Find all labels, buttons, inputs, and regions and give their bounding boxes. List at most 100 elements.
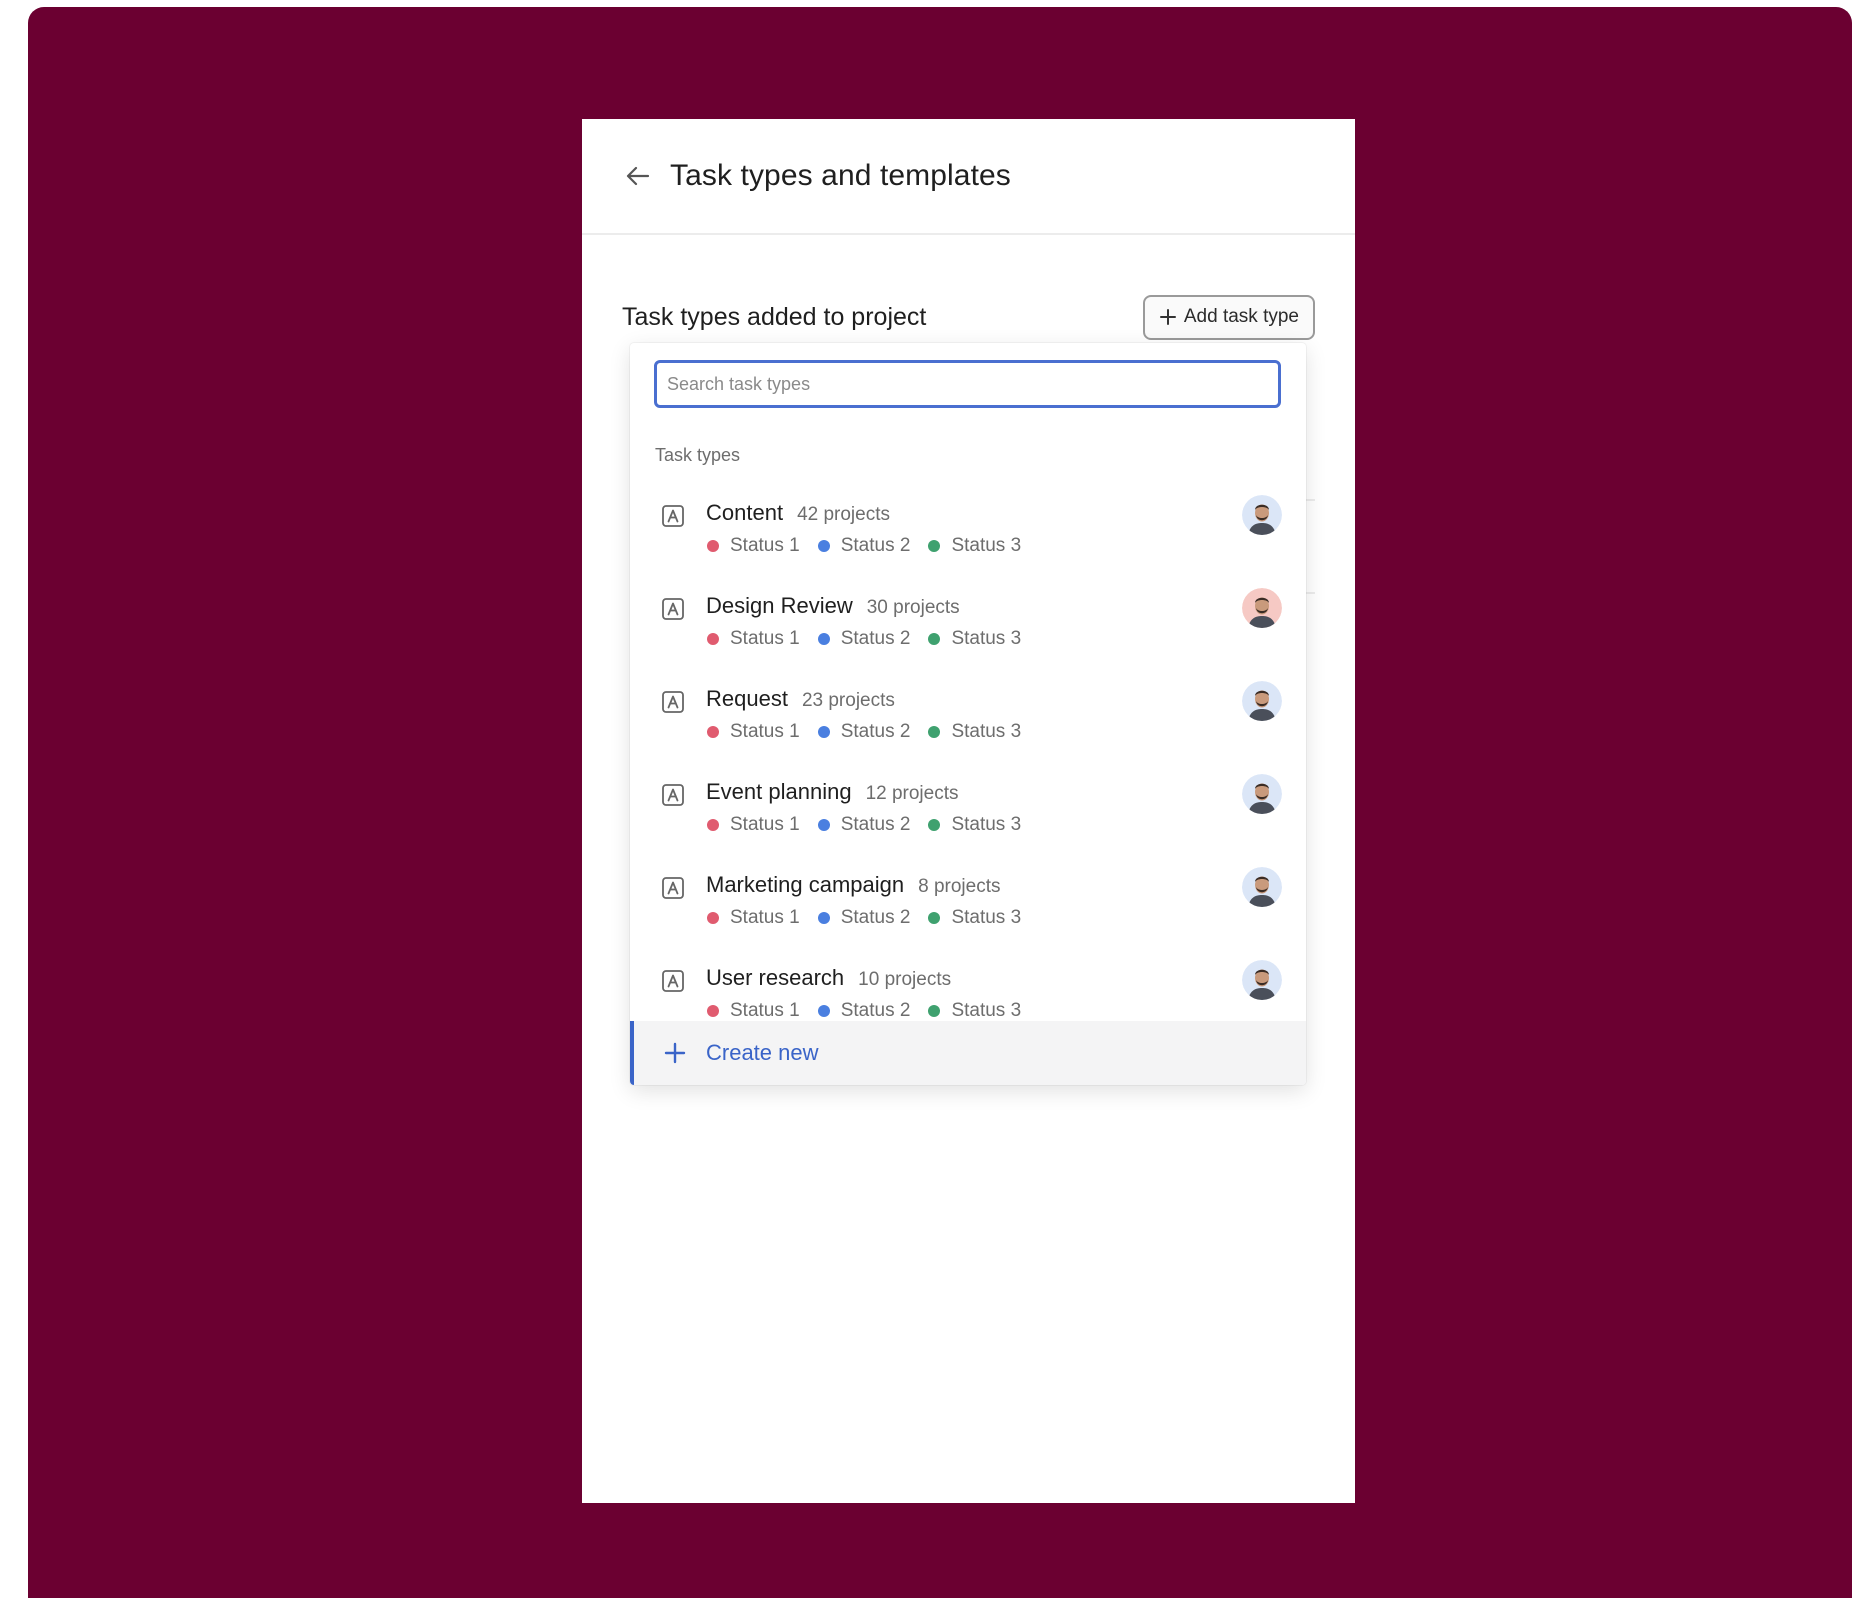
task-type-name: Request 23 projects: [706, 686, 895, 712]
status-list: Status 1 Status 2 Status 3: [707, 628, 1039, 650]
status-dot-icon: [707, 540, 719, 552]
status-badge: Status 2: [817, 721, 911, 743]
status-label: Status 3: [951, 1000, 1022, 1021]
project-count: 10 projects: [858, 969, 952, 990]
task-type-label: Event planning: [706, 779, 852, 804]
status-label: Status 1: [730, 814, 800, 835]
status-dot-icon: [817, 633, 830, 645]
status-badge: Status 1: [707, 535, 800, 557]
status-label: Status 1: [730, 535, 800, 556]
status-label: Status 1: [730, 721, 800, 742]
avatar: [1242, 960, 1282, 1000]
status-badge: Status 3: [928, 535, 1021, 557]
task-type-label: User research: [706, 965, 845, 990]
project-count: 8 projects: [918, 876, 1001, 897]
task-type-label: Design Review: [706, 593, 853, 618]
status-label: Status 3: [951, 721, 1022, 742]
task-type-name: Event planning 12 projects: [706, 779, 959, 805]
status-label: Status 2: [840, 814, 911, 835]
search-input[interactable]: [657, 363, 1278, 405]
arrow-left-icon[interactable]: [624, 162, 652, 190]
section-header: Task types added to project Add task typ…: [622, 293, 1315, 341]
status-dot-icon: [707, 912, 719, 924]
status-label: Status 3: [951, 628, 1022, 649]
status-label: Status 1: [730, 628, 800, 649]
task-type-dropdown: Task types Content42 projectsStatus 1Sta…: [630, 343, 1306, 1085]
create-new-label: Create new: [706, 1040, 819, 1065]
create-new-button[interactable]: Create new: [630, 1021, 1306, 1085]
avatar: [1242, 774, 1282, 814]
status-badge: Status 3: [928, 907, 1021, 929]
status-badge: Status 1: [707, 628, 800, 650]
group-label: Task types: [655, 445, 741, 465]
status-dot-icon: [817, 1005, 830, 1017]
list-item[interactable]: Request 23 projects Status 1 Status 2 Status…: [630, 669, 1306, 762]
status-badge: Status 3: [928, 1000, 1021, 1022]
avatar: [1242, 681, 1282, 721]
status-dot-icon: [707, 819, 719, 831]
task-type-name: Marketing campaign 8 projects: [706, 872, 1000, 898]
status-list: Status 1 Status 2 Status 3: [707, 535, 1039, 557]
status-label: Status 2: [840, 628, 911, 649]
task-types-panel: Task types and templates Task types adde…: [582, 119, 1355, 1503]
status-dot-icon: [928, 726, 941, 738]
list-item[interactable]: Marketing campaign 8 projects Status 1 Stat…: [630, 855, 1306, 948]
status-badge: Status 2: [817, 535, 911, 557]
status-badge: Status 1: [707, 721, 800, 743]
page-title: Task types and templates: [670, 159, 1011, 192]
avatar: [1242, 588, 1282, 628]
task-type-label: Marketing campaign: [706, 872, 905, 897]
status-badge: Status 3: [928, 814, 1021, 836]
letter-a-box-icon: [662, 505, 684, 527]
status-label: Status 2: [840, 535, 911, 556]
status-badge: Status 2: [817, 628, 911, 650]
status-dot-icon: [817, 540, 830, 552]
list-item[interactable]: Content 42 projects Status 1 Status 2 Status…: [630, 483, 1306, 576]
status-list: Status 1 Status 2 Status 3: [707, 907, 1039, 929]
task-type-name: Content 42 projects: [706, 500, 890, 526]
status-badge: Status 2: [817, 907, 911, 929]
status-dot-icon: [928, 912, 941, 924]
status-badge: Status 1: [707, 907, 800, 929]
project-count: 12 projects: [865, 783, 959, 804]
letter-a-box-icon: [662, 598, 684, 620]
status-dot-icon: [707, 726, 719, 738]
task-type-name: Design Review 30 projects: [706, 593, 960, 619]
status-dot-icon: [928, 540, 941, 552]
letter-a-box-icon: [662, 877, 684, 899]
status-list: Status 1 Status 2 Status 3: [707, 814, 1039, 836]
panel-header: Task types and templates: [582, 119, 1355, 235]
status-label: Status 1: [730, 907, 800, 928]
plus-icon: [664, 1042, 686, 1064]
status-label: Status 1: [730, 1000, 800, 1021]
project-count: 23 projects: [801, 690, 895, 711]
status-dot-icon: [707, 633, 719, 645]
status-dot-icon: [817, 819, 830, 831]
project-count: 30 projects: [866, 597, 960, 618]
status-label: Status 2: [840, 907, 911, 928]
status-badge: Status 2: [817, 814, 911, 836]
status-badge: Status 2: [817, 1000, 911, 1022]
project-count: 42 projects: [797, 504, 891, 525]
status-dot-icon: [928, 819, 941, 831]
add-task-type-button[interactable]: Add task type: [1142, 294, 1315, 340]
search-field: [654, 360, 1281, 408]
status-label: Status 2: [840, 1000, 911, 1021]
task-type-name: User research 10 projects: [706, 965, 951, 991]
task-type-label: Content: [706, 500, 784, 525]
status-list: Status 1 Status 2 Status 3: [707, 721, 1039, 743]
letter-a-box-icon: [662, 691, 684, 713]
status-dot-icon: [817, 726, 830, 738]
status-dot-icon: [928, 1005, 941, 1017]
add-task-type-label: Add task type: [1183, 306, 1299, 327]
letter-a-box-icon: [662, 970, 684, 992]
list-item[interactable]: Design Review 30 projects Status 1 Status 2…: [630, 576, 1306, 669]
list-item[interactable]: Event planning 12 projects Status 1 Status …: [630, 762, 1306, 855]
plus-icon: [1159, 309, 1176, 325]
status-label: Status 2: [840, 721, 911, 742]
status-badge: Status 1: [707, 1000, 800, 1022]
status-badge: Status 3: [928, 628, 1021, 650]
avatar: [1242, 495, 1282, 535]
section-title: Task types added to project: [622, 302, 927, 331]
status-label: Status 3: [951, 907, 1022, 928]
